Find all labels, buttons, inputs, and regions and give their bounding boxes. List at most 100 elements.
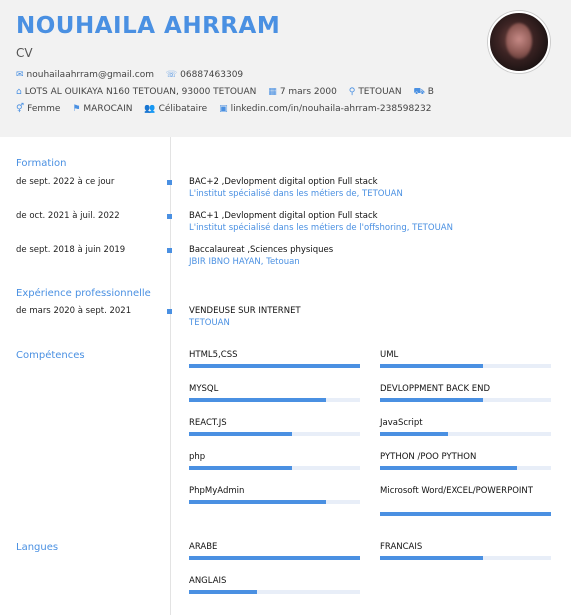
language-level-fill (189, 556, 360, 560)
envelope-icon: ✉ (16, 70, 24, 80)
skill-item: php (189, 452, 360, 470)
language-label: ARABE (189, 542, 218, 552)
skill-level-bar (189, 364, 360, 368)
skill-label: UML (380, 350, 399, 360)
skill-level-bar (189, 398, 360, 402)
contact-row-1: ✉ nouhailaahrram@gmail.com ☏ 06887463309 (16, 70, 252, 80)
language-label: ANGLAIS (189, 576, 227, 586)
flag-icon: ⚑ (72, 104, 81, 114)
skill-label: Microsoft Word/EXCEL/POWERPOINT (380, 486, 533, 496)
skill-level-fill (380, 364, 483, 368)
skill-level-fill (189, 432, 292, 436)
skill-level-fill (189, 364, 360, 368)
language-level-fill (380, 556, 483, 560)
location-icon: ⚲ (348, 87, 356, 97)
language-item: ARABE (189, 542, 360, 560)
skill-label: DEVLOPPMENT BACK END (380, 384, 491, 394)
skill-level-bar (189, 432, 360, 436)
experience-title: VENDEUSE SUR INTERNET (189, 306, 301, 316)
skill-item: MYSQL (189, 384, 360, 402)
section-title-experience: Expérience professionnelle (16, 288, 151, 299)
formation-date: de oct. 2021 à juil. 2022 (16, 211, 120, 221)
language-level-fill (189, 590, 258, 594)
avatar (488, 11, 550, 73)
skill-item: HTML5,CSS (189, 350, 360, 368)
skill-item: Microsoft Word/EXCEL/POWERPOINT (380, 486, 551, 516)
formation-school: JBIR IBNO HAYAN, Tetouan (189, 257, 300, 267)
skill-level-bar (380, 364, 551, 368)
contact-row-3: ⚥ Femme ⚑ MAROCAIN 👥 Célibataire ▣ linkedin.… (16, 104, 440, 114)
skill-level-fill (189, 398, 326, 402)
phone-text: 06887463309 (180, 70, 244, 80)
birthdate-text: 7 mars 2000 (279, 87, 337, 97)
formation-title: BAC+1 ,Devlopment digital option Full st… (189, 211, 378, 221)
formation-school: L'institut spécialisé dans les métiers d… (189, 223, 453, 233)
cv-header: NOUHAILA AHRRAM CV ✉ nouhailaahrram@gmail… (0, 0, 571, 137)
skill-level-bar (189, 466, 360, 470)
contact-row-2: ⌂ LOTS AL OUIKAYA N160 TETOUAN, 93000 TET… (16, 87, 443, 98)
language-label: FRANCAIS (380, 542, 423, 552)
marital-status-text: Célibataire (158, 104, 208, 114)
skill-item: REACT.JS (189, 418, 360, 436)
email-text: nouhailaahrram@gmail.com (26, 70, 155, 80)
skill-level-bar (380, 512, 551, 516)
skill-label: REACT.JS (189, 418, 227, 428)
gender-icon: ⚥ (16, 104, 25, 114)
skill-item: JavaScript (380, 418, 551, 436)
nationality-text: MAROCAIN (83, 104, 133, 114)
skill-level-fill (380, 512, 551, 516)
skill-level-fill (189, 466, 292, 470)
formation-school: L'institut spécialisé dans les métiers d… (189, 189, 403, 199)
section-title-competences: Compétences (16, 350, 85, 361)
timeline-marker (167, 309, 172, 314)
birthplace-text: TETOUAN (358, 87, 402, 97)
license-text: B (427, 87, 434, 97)
subtitle: CV (16, 46, 33, 60)
skill-item: DEVLOPPMENT BACK END (380, 384, 551, 402)
formation-title: Baccalaureat ,Sciences physiques (189, 245, 334, 255)
skill-label: php (189, 452, 206, 462)
formation-title: BAC+2 ,Devlopment digital option Full st… (189, 177, 378, 187)
address-text: LOTS AL OUIKAYA N160 TETOUAN, 93000 TETO… (24, 87, 257, 97)
skill-label: JavaScript (380, 418, 423, 428)
section-title-formation: Formation (16, 158, 67, 169)
section-title-langues: Langues (16, 542, 59, 553)
timeline-marker (167, 214, 172, 219)
formation-date: de sept. 2022 à ce jour (16, 177, 115, 187)
skill-level-bar (380, 432, 551, 436)
language-level-bar (189, 556, 360, 560)
language-item: FRANCAIS (380, 542, 551, 560)
experience-date: de mars 2020 à sept. 2021 (16, 306, 132, 316)
users-icon: 👥 (144, 104, 156, 114)
skill-label: MYSQL (189, 384, 219, 394)
gender-text: Femme (27, 104, 61, 114)
timeline-marker (167, 180, 172, 185)
skill-level-bar (380, 398, 551, 402)
skill-level-bar (189, 500, 360, 504)
experience-location: TETOUAN (189, 318, 230, 328)
calendar-icon: ▦ (268, 87, 277, 97)
page-title: NOUHAILA AHRRAM (16, 13, 281, 39)
skill-item: PYTHON /POO PYTHON (380, 452, 551, 470)
home-icon: ⌂ (16, 87, 22, 97)
skill-item: UML (380, 350, 551, 368)
phone-icon: ☏ (165, 70, 178, 80)
formation-date: de sept. 2018 à juin 2019 (16, 245, 126, 255)
skill-label: HTML5,CSS (189, 350, 238, 360)
timeline-divider (170, 137, 171, 615)
language-item: ANGLAIS (189, 576, 360, 594)
skill-level-fill (189, 500, 326, 504)
language-level-bar (189, 590, 360, 594)
linkedin-icon: ▣ (219, 104, 228, 114)
skill-label: PhpMyAdmin (189, 486, 245, 496)
skill-level-fill (380, 432, 449, 436)
linkedin-link[interactable]: linkedin.com/in/nouhaila-ahrram-23859823… (231, 104, 432, 114)
skill-item: PhpMyAdmin (189, 486, 360, 504)
car-icon: ⛟ (413, 87, 425, 97)
language-level-bar (380, 556, 551, 560)
skill-level-fill (380, 466, 517, 470)
skill-label: PYTHON /POO PYTHON (380, 452, 477, 462)
skill-level-fill (380, 398, 483, 402)
timeline-marker (167, 248, 172, 253)
skill-level-bar (380, 466, 551, 470)
